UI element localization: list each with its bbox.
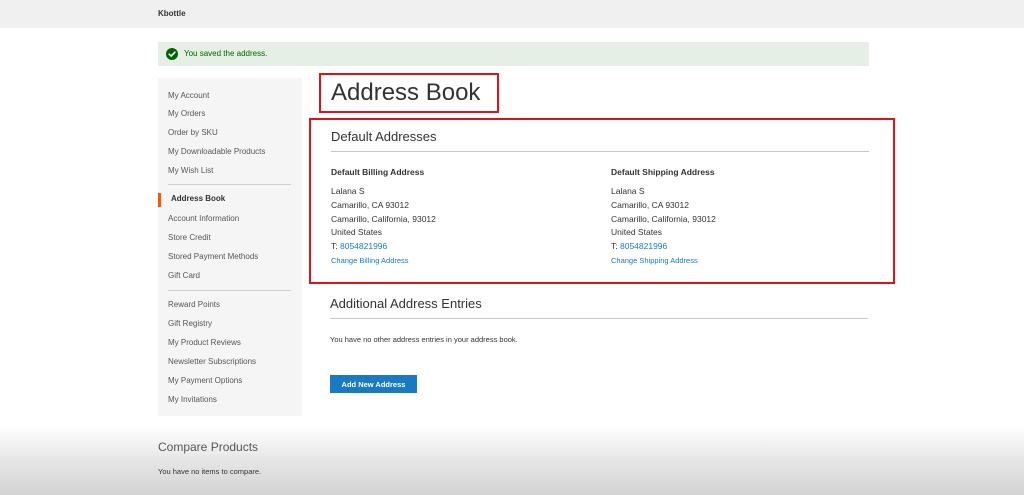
success-message: You saved the address. <box>158 42 869 66</box>
sidebar-item-reward-points[interactable]: Reward Points <box>168 300 220 309</box>
billing-phone-link[interactable]: 8054821996 <box>340 241 387 251</box>
compare-empty-text: You have no items to compare. <box>158 467 262 476</box>
top-bar: Kbottle <box>0 0 1024 28</box>
shipping-phone-link[interactable]: 8054821996 <box>620 241 667 251</box>
sidebar-item-gift-card[interactable]: Gift Card <box>168 271 200 280</box>
shipping-line2: Camarillo, California, 93012 <box>611 214 716 224</box>
shipping-country: United States <box>611 227 663 237</box>
compare-products-title: Compare Products <box>158 440 259 454</box>
billing-address-heading: Default Billing Address <box>331 167 425 177</box>
success-message-text: You saved the address. <box>184 49 268 58</box>
sidebar-divider <box>168 290 291 291</box>
sidebar-item-invitations[interactable]: My Invitations <box>168 395 217 404</box>
sidebar-item-store-credit[interactable]: Store Credit <box>168 233 211 242</box>
sidebar-item-my-account[interactable]: My Account <box>168 91 209 100</box>
no-address-entries-text: You have no other address entries in you… <box>330 335 518 344</box>
sidebar-item-wish-list[interactable]: My Wish List <box>168 166 213 175</box>
sidebar-item-downloadable-products[interactable]: My Downloadable Products <box>168 147 265 156</box>
page-title-highlight: Address Book <box>319 73 499 113</box>
sidebar-item-newsletter-subscriptions[interactable]: Newsletter Subscriptions <box>168 357 256 366</box>
store-name[interactable]: Kbottle <box>158 9 186 18</box>
shipping-phone-prefix: T: <box>611 241 620 251</box>
default-addresses-block: Default Addresses Default Billing Addres… <box>309 118 895 284</box>
sidebar-item-my-orders[interactable]: My Orders <box>168 109 205 118</box>
sidebar-item-address-book: Address Book <box>158 193 225 207</box>
default-addresses-title: Default Addresses <box>331 129 437 144</box>
billing-line2: Camarillo, California, 93012 <box>331 214 436 224</box>
shipping-address-heading: Default Shipping Address <box>611 167 715 177</box>
page-title: Address Book <box>331 79 481 106</box>
sidebar-item-stored-payment-methods[interactable]: Stored Payment Methods <box>168 252 258 261</box>
account-sidebar: My Account My Orders Order by SKU My Dow… <box>158 78 302 416</box>
billing-phone-row: T: 8054821996 <box>331 241 387 251</box>
check-circle-icon <box>166 48 178 60</box>
billing-name: Lalana S <box>331 186 365 196</box>
billing-phone-prefix: T: <box>331 241 340 251</box>
section-rule <box>331 151 869 152</box>
sidebar-item-account-information[interactable]: Account Information <box>168 214 239 223</box>
bottom-overlay <box>0 425 1024 495</box>
sidebar-item-order-by-sku[interactable]: Order by SKU <box>168 128 218 137</box>
sidebar-item-product-reviews[interactable]: My Product Reviews <box>168 338 241 347</box>
billing-line1: Camarillo, CA 93012 <box>331 200 409 210</box>
add-new-address-button[interactable]: Add New Address <box>330 375 417 393</box>
sidebar-item-payment-options[interactable]: My Payment Options <box>168 376 242 385</box>
section-rule <box>330 318 868 319</box>
change-billing-address-link[interactable]: Change Billing Address <box>331 256 409 265</box>
sidebar-divider <box>168 184 291 185</box>
sidebar-item-gift-registry[interactable]: Gift Registry <box>168 319 212 328</box>
shipping-phone-row: T: 8054821996 <box>611 241 667 251</box>
shipping-line1: Camarillo, CA 93012 <box>611 200 689 210</box>
billing-country: United States <box>331 227 383 237</box>
shipping-name: Lalana S <box>611 186 645 196</box>
additional-addresses-title: Additional Address Entries <box>330 296 482 311</box>
change-shipping-address-link[interactable]: Change Shipping Address <box>611 256 698 265</box>
